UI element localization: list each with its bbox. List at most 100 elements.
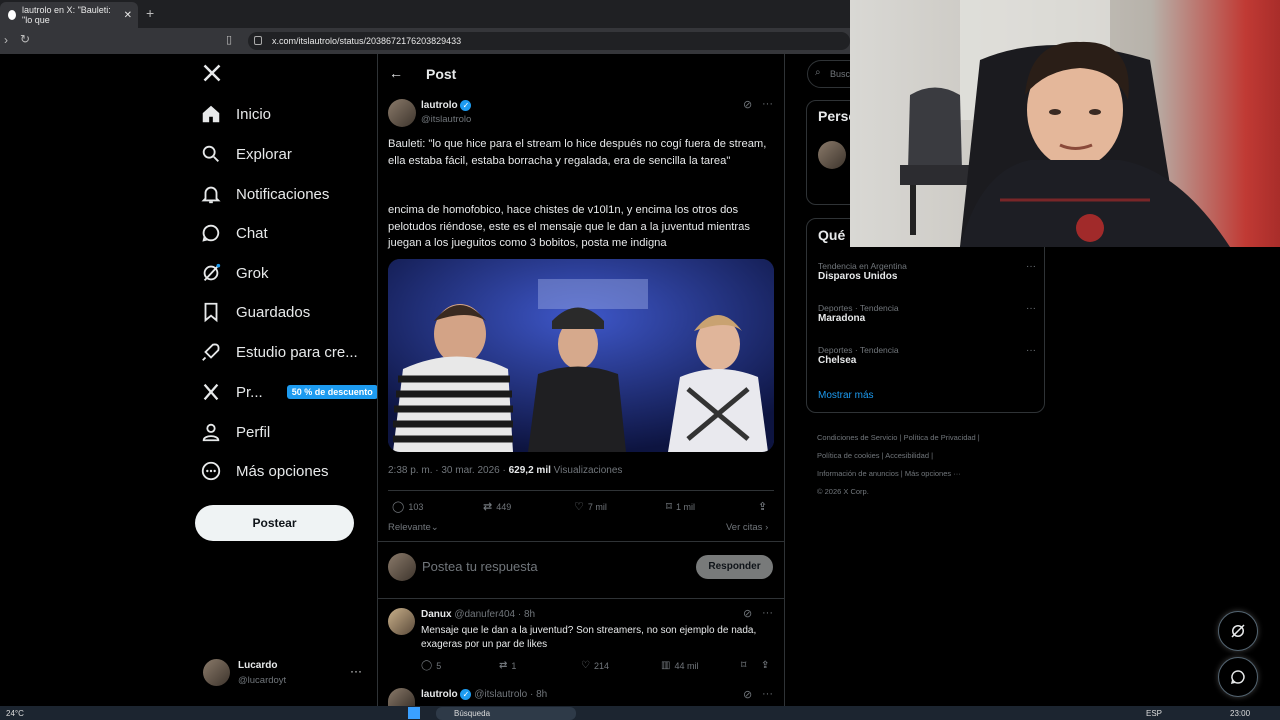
more-options-icon[interactable]: ···: [762, 607, 773, 619]
new-tab-icon[interactable]: +: [146, 5, 154, 21]
windows-start-icon[interactable]: [408, 707, 420, 719]
nav-mas-opciones[interactable]: Más opciones: [200, 455, 329, 487]
site-info-icon[interactable]: [254, 36, 262, 45]
footer-link[interactable]: Condiciones de Servicio: [817, 433, 897, 442]
nav-explorar[interactable]: Explorar: [200, 138, 292, 170]
taskbar-clock[interactable]: 23:00: [1230, 709, 1250, 718]
nav-estudio[interactable]: Estudio para cre...: [200, 336, 358, 368]
more-options-icon[interactable]: ···: [762, 98, 773, 110]
more-options-icon[interactable]: ···: [762, 688, 773, 700]
page-title: Post: [426, 66, 457, 82]
tweet-actions: ◯ 103 ⇄ 449 ♡ 7 mil ⌑ 1 mil ⇪: [388, 500, 774, 514]
trend-item[interactable]: Deportes · Tendencia Maradona ···: [818, 303, 1036, 324]
trend-more-icon[interactable]: ···: [1026, 261, 1036, 272]
like-button[interactable]: ♡ 7 mil: [574, 500, 607, 513]
grok-explain-icon[interactable]: ⊘: [743, 607, 752, 620]
browser-tab[interactable]: lautrolo en X: "Bauleti: "lo que ✕: [0, 2, 138, 28]
footer-link[interactable]: Información de anuncios: [817, 469, 899, 478]
tweet-video[interactable]: [388, 259, 774, 452]
reply-handle[interactable]: @danufer404 · 8h: [454, 609, 535, 620]
nav-perfil[interactable]: Perfil: [200, 416, 270, 448]
nav-label: Grok: [236, 264, 269, 282]
divider: [377, 598, 785, 599]
share-button[interactable]: ⇪: [758, 500, 767, 513]
trend-more-icon[interactable]: ···: [1026, 345, 1036, 356]
reply-avatar[interactable]: [388, 608, 415, 635]
repost-button[interactable]: ⇄ 1: [499, 660, 516, 671]
bookmark-star-icon[interactable]: ▯: [226, 33, 232, 46]
like-button[interactable]: ♡ 214: [581, 660, 609, 671]
view-quotes-label: Ver citas: [726, 522, 763, 533]
sort-label: Relevante: [388, 522, 431, 533]
show-more-link[interactable]: Mostrar más: [818, 390, 874, 401]
nav-inicio[interactable]: Inicio: [200, 98, 271, 130]
taskbar-search[interactable]: Búsqueda: [436, 707, 576, 720]
nav-chat[interactable]: Chat: [200, 217, 268, 249]
address-bar[interactable]: x.com/itslautrolo/status/203867217620382…: [248, 32, 850, 50]
trend-category: Tendencia en Argentina: [818, 261, 907, 271]
footer-link[interactable]: Accesibilidad: [885, 451, 929, 460]
views-button[interactable]: ▥ 44 mil: [661, 660, 698, 671]
repost-icon: ⇄: [499, 660, 508, 671]
post-button[interactable]: Postear: [195, 505, 354, 541]
webcam-overlay: [850, 0, 1280, 247]
tweet-author[interactable]: lautrolo ✓: [421, 100, 472, 111]
webcam-image: [900, 0, 1230, 247]
os-taskbar: 24°C Búsqueda ESP 23:00: [0, 706, 1280, 720]
trend-name: Chelsea: [818, 355, 857, 366]
heart-icon: ♡: [581, 660, 590, 671]
share-button[interactable]: ⇪: [761, 660, 769, 671]
forward-icon[interactable]: ›: [4, 33, 8, 47]
footer-link[interactable]: Política de Privacidad: [904, 433, 976, 442]
heart-icon: ♡: [574, 501, 584, 513]
reply-count: 103: [408, 501, 424, 512]
reply-icon: ◯: [392, 501, 405, 513]
grok-explain-icon[interactable]: ⊘: [743, 688, 752, 701]
account-menu-icon[interactable]: ···: [350, 664, 362, 678]
bookmark-button[interactable]: ⌑ 1 mil: [666, 500, 695, 513]
close-tab-icon[interactable]: ✕: [124, 10, 132, 21]
account-avatar[interactable]: [203, 659, 230, 686]
messages-fab[interactable]: [1218, 657, 1258, 697]
x-logo-icon[interactable]: [202, 63, 222, 88]
nav-guardados[interactable]: Guardados: [200, 296, 310, 328]
trend-name: Disparos Unidos: [818, 271, 898, 282]
reply-actions: ◯ 5 ⇄ 1 ♡ 214 ▥ 44 mil ⌑ ⇪: [421, 660, 776, 674]
bookmark-button[interactable]: ⌑: [741, 660, 746, 671]
trend-item[interactable]: Tendencia en Argentina Disparos Unidos ·…: [818, 261, 1036, 282]
nav-grok[interactable]: Grok: [200, 257, 269, 289]
nav-label: Pr...: [236, 383, 263, 401]
back-arrow-icon[interactable]: ←: [389, 65, 403, 81]
reply-submit-button[interactable]: Responder: [696, 555, 773, 579]
footer-link[interactable]: Más opciones ···: [905, 469, 961, 478]
grok-fab[interactable]: [1218, 611, 1258, 651]
reply-handle[interactable]: @itslautrolo · 8h: [474, 689, 547, 700]
rocket-icon: [202, 343, 220, 361]
reply-button[interactable]: ◯ 103: [392, 500, 423, 513]
reply-button[interactable]: ◯ 5: [421, 660, 441, 671]
chevron-down-icon: ⌄: [430, 522, 439, 533]
repost-button[interactable]: ⇄ 449: [483, 500, 511, 513]
reply-input[interactable]: Postea tu respuesta: [422, 559, 538, 574]
tweet-avatar[interactable]: [388, 99, 416, 127]
tweet-timestamp[interactable]: 2:38 p. m. · 30 mar. 2026 ·: [388, 465, 509, 476]
reply-author[interactable]: lautrolo: [421, 689, 458, 700]
repost-icon: ⇄: [483, 501, 493, 513]
nav-notificaciones[interactable]: Notificaciones: [200, 178, 329, 210]
sort-dropdown[interactable]: Relevante⌄: [388, 522, 439, 533]
reload-icon[interactable]: ↻: [20, 32, 30, 46]
grok-explain-icon[interactable]: ⊘: [743, 98, 752, 111]
footer-link[interactable]: Política de cookies: [817, 451, 880, 460]
trend-more-icon[interactable]: ···: [1026, 303, 1036, 314]
view-quotes-link[interactable]: Ver citas ›: [726, 522, 768, 533]
repost-count: 449: [496, 501, 512, 512]
language-indicator[interactable]: ESP: [1146, 709, 1162, 718]
tweet-handle[interactable]: @itslautrolo: [421, 114, 471, 125]
divider: [388, 490, 774, 491]
suggested-avatar[interactable]: [818, 141, 846, 169]
weather-widget[interactable]: 24°C: [6, 709, 24, 718]
reply-text: Mensaje que le dan a la juventud? Son st…: [421, 625, 757, 650]
nav-premium[interactable]: Pr... 50 % de descuento: [200, 376, 378, 408]
trend-item[interactable]: Deportes · Tendencia Chelsea ···: [818, 345, 1036, 366]
reply-author[interactable]: Danux: [421, 609, 452, 620]
